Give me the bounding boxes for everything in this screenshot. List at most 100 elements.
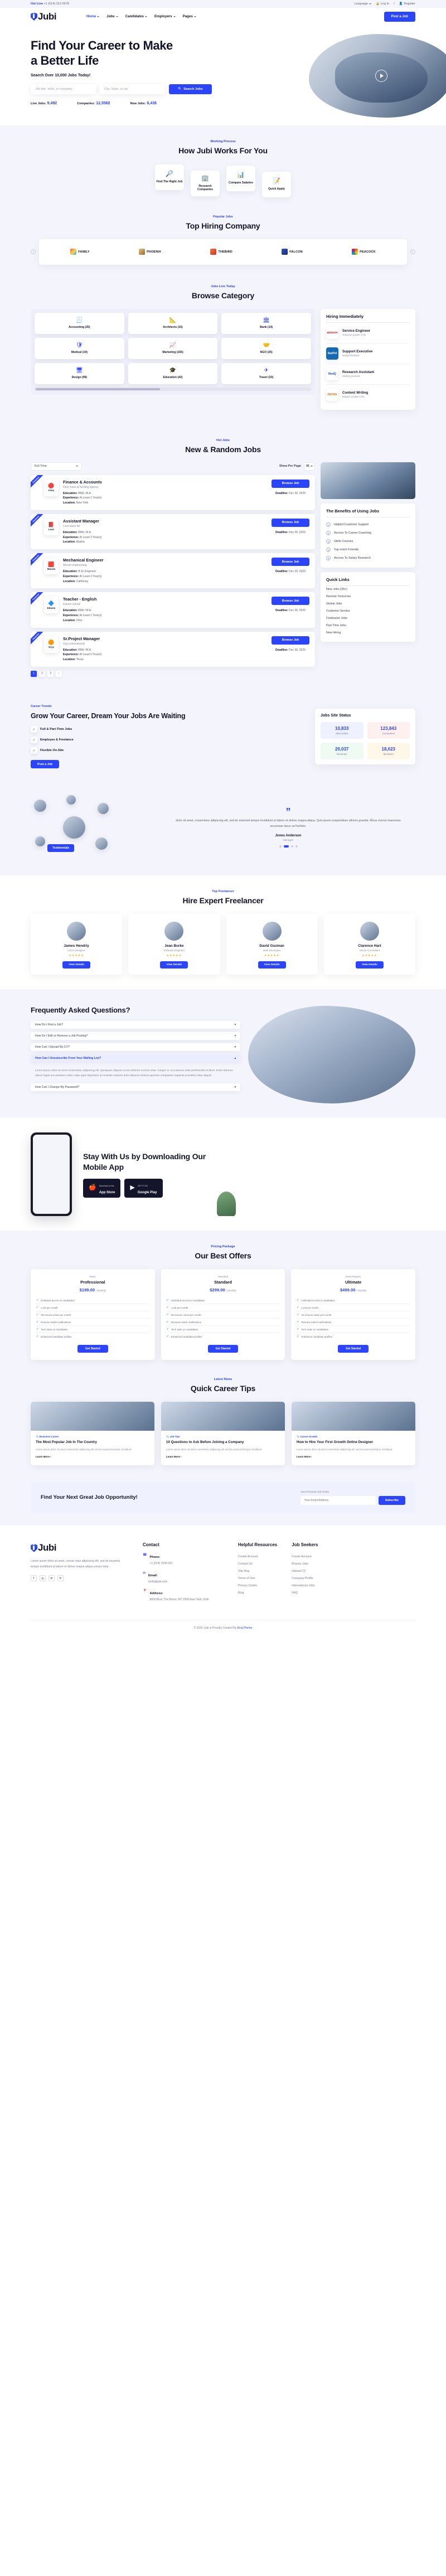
company-phoenix[interactable]: PHOENIX <box>139 249 161 255</box>
hiring-row[interactable]: MedQ Research Assistant MedQ medical <box>326 364 410 385</box>
nav-item-candidates[interactable]: Candidates <box>125 14 147 18</box>
job-type-select[interactable]: Full Time <box>31 462 82 471</box>
footer-link[interactable]: Upload CV <box>292 1567 318 1575</box>
linkedin-icon[interactable]: in <box>49 1575 55 1582</box>
quick-link-item[interactable]: Part Time Jobs <box>326 622 410 630</box>
hiring-row[interactable]: SasPol Support Executive Saspol limited <box>326 343 410 364</box>
work-card-find-job[interactable]: 🔎 Find The Right Job <box>155 164 184 190</box>
faq-item-5[interactable]: How Can I Change My Password? ▾ <box>31 1083 240 1092</box>
blog-card[interactable]: 📎 Career Growth How to Hire Your First G… <box>292 1402 415 1466</box>
category-medical[interactable]: 🛡 Medical (19) <box>35 337 124 359</box>
scrollbar-thumb[interactable] <box>36 388 161 390</box>
freelancer-card[interactable]: Jean Burke Software Engineer ★★★★★ View … <box>128 914 220 975</box>
freelancer-card[interactable]: Clarence Hart Senior Consultant ★★★★★ Vi… <box>323 914 415 975</box>
nav-item-jobs[interactable]: Jobs <box>106 14 118 18</box>
job-card[interactable]: Featured 🔷 Edusm Teacher - English Edusm … <box>31 592 315 628</box>
footer-link[interactable]: Contact Us <box>238 1560 277 1567</box>
learn-more-link[interactable]: Learn More › <box>36 1455 51 1458</box>
faq-item-1[interactable]: How Do I Find a Job? ▾ <box>31 1021 240 1029</box>
grow-post-job-button[interactable]: Post a Job <box>31 760 60 769</box>
benefit-item[interactable]: 2 Access To Career Coaching <box>326 529 410 538</box>
job-card[interactable]: Featured 🟠 Oryx Sr.Project Manager Oryx i… <box>31 631 315 667</box>
category-bank[interactable]: 🏛 Bank (14) <box>221 312 311 334</box>
login-link[interactable]: 🔒 Log In <box>376 2 389 6</box>
benefit-item[interactable]: 5 Access To Salary Research <box>326 554 410 563</box>
faq-item-4[interactable]: How Can I Unsubscribe From Your Mailing … <box>31 1054 240 1063</box>
carousel-next-button[interactable]: › <box>410 249 415 255</box>
faq-item-2[interactable]: How Do I Edit or Remove a Job Posting? ▾ <box>31 1032 240 1040</box>
quick-link-item[interactable]: New Jobs (99+) <box>326 586 410 593</box>
view-details-button[interactable]: View Details <box>258 961 286 969</box>
carousel-prev-button[interactable]: ‹ <box>31 249 36 255</box>
carousel-dot[interactable] <box>290 845 293 848</box>
benefit-item[interactable]: 1 Helpful Customer Support <box>326 521 410 529</box>
search-jobs-button[interactable]: 🔍 Search Jobs <box>169 84 212 94</box>
browse-job-button[interactable]: Browse Job <box>272 479 309 488</box>
quick-link-item[interactable]: Remote Tomorrow <box>326 593 410 601</box>
footer-link[interactable]: Create Account <box>292 1553 318 1560</box>
faq-item-3[interactable]: How Can I Upload My CV? ▾ <box>31 1043 240 1052</box>
company-peacock[interactable]: PEACOCK <box>352 249 376 255</box>
view-details-button[interactable]: View Details <box>62 961 91 969</box>
browse-job-button[interactable]: Browse Job <box>272 558 309 566</box>
learn-more-link[interactable]: Learn More › <box>297 1455 312 1458</box>
work-card-quick-apply[interactable]: 📝 Quick Apply <box>262 171 291 197</box>
company-falcon[interactable]: FALCON <box>282 249 303 255</box>
carousel-dot[interactable] <box>279 845 282 848</box>
blog-card[interactable]: 📎 Job Tips 10 Questions to Ask Before Jo… <box>161 1402 285 1466</box>
benefit-item[interactable]: 4 Top-notch Friendly <box>326 546 410 554</box>
page-next-button[interactable]: › <box>56 670 62 677</box>
learn-more-link[interactable]: Learn More › <box>166 1455 182 1458</box>
browse-job-button[interactable]: Browse Job <box>272 636 309 645</box>
google-play-button[interactable]: ▶ GET IT ON Google Play <box>124 1178 163 1198</box>
footer-logo[interactable]: Jubi <box>31 1542 128 1553</box>
footer-link[interactable]: Create Account <box>238 1553 277 1560</box>
category-marketing[interactable]: 📈 Marketing (165) <box>128 337 218 359</box>
per-page-select[interactable]: 05 <box>304 462 315 471</box>
blog-card[interactable]: 📎 Business Career The Most Popular Job I… <box>31 1402 154 1466</box>
language-selector[interactable]: Language <box>354 2 371 6</box>
quick-link-item[interactable]: Contractor Jobs <box>326 615 410 622</box>
facebook-icon[interactable]: f <box>31 1575 37 1582</box>
job-card[interactable]: Featured 🟥 Moosh Mechanical Engineer Moos… <box>31 553 315 589</box>
work-card-compare-salaries[interactable]: 📊 Compare Salaries <box>226 165 255 191</box>
search-location-input[interactable] <box>100 84 165 94</box>
post-a-job-button[interactable]: Post a Job <box>384 11 415 22</box>
view-details-button[interactable]: View Details <box>355 961 384 969</box>
footer-link[interactable]: International Jobs <box>292 1582 318 1589</box>
nav-item-pages[interactable]: Pages <box>183 14 196 18</box>
get-started-button[interactable]: Get Started <box>338 1345 369 1353</box>
twitter-icon[interactable]: ✒ <box>57 1575 64 1582</box>
instagram-icon[interactable]: ◎ <box>40 1575 46 1582</box>
subscribe-button[interactable]: Subscribe <box>378 1496 405 1505</box>
hiring-row[interactable]: autozon Service Engineer Autozon power LT… <box>326 323 410 343</box>
copyright-brand[interactable]: EnvyTheme <box>237 1626 253 1630</box>
logo[interactable]: Jubi <box>31 11 56 22</box>
view-details-button[interactable]: View Details <box>160 961 188 969</box>
category-architects[interactable]: 📐 Architects (15) <box>128 312 218 334</box>
carousel-dot-active[interactable] <box>283 845 289 848</box>
category-travel[interactable]: ✈ Travel (33) <box>221 362 311 384</box>
footer-link[interactable]: Browse Jobs <box>292 1560 318 1567</box>
quick-link-item[interactable]: Customer Service <box>326 608 410 615</box>
page-3-button[interactable]: 3 <box>47 670 54 677</box>
work-card-research-companies[interactable]: 🏢 Research Companies <box>191 170 220 196</box>
quick-link-item[interactable]: Now Hiring <box>326 630 410 637</box>
footer-link[interactable]: FAQ <box>292 1589 318 1596</box>
category-ngo[interactable]: 🤝 NGO (25) <box>221 337 311 359</box>
benefit-item[interactable]: 3 Skills Courses <box>326 538 410 546</box>
get-started-button[interactable]: Get Started <box>207 1345 239 1353</box>
app-store-button[interactable]: 🍎 Download on the App Store <box>83 1178 121 1198</box>
footer-link[interactable]: Terms of Use <box>238 1575 277 1582</box>
contact-value[interactable]: hello@jubi.com <box>148 1580 167 1585</box>
horizontal-scrollbar[interactable] <box>35 387 311 391</box>
footer-link[interactable]: Privacy Centre <box>238 1582 277 1589</box>
hotline-number[interactable]: +1 (514) 312-5678 <box>44 2 69 6</box>
freelancer-card[interactable]: James Hendriy UI/UX Designer ★★★★★ View … <box>31 914 123 975</box>
footer-link[interactable]: Blog <box>238 1589 277 1596</box>
search-job-input[interactable] <box>31 84 96 94</box>
category-design[interactable]: 🖥 Design (99) <box>35 362 124 384</box>
footer-link[interactable]: Site Map <box>238 1567 277 1575</box>
category-accounting[interactable]: 🧾 Accounting (25) <box>35 312 124 334</box>
company-family[interactable]: FAMILY <box>70 249 90 255</box>
